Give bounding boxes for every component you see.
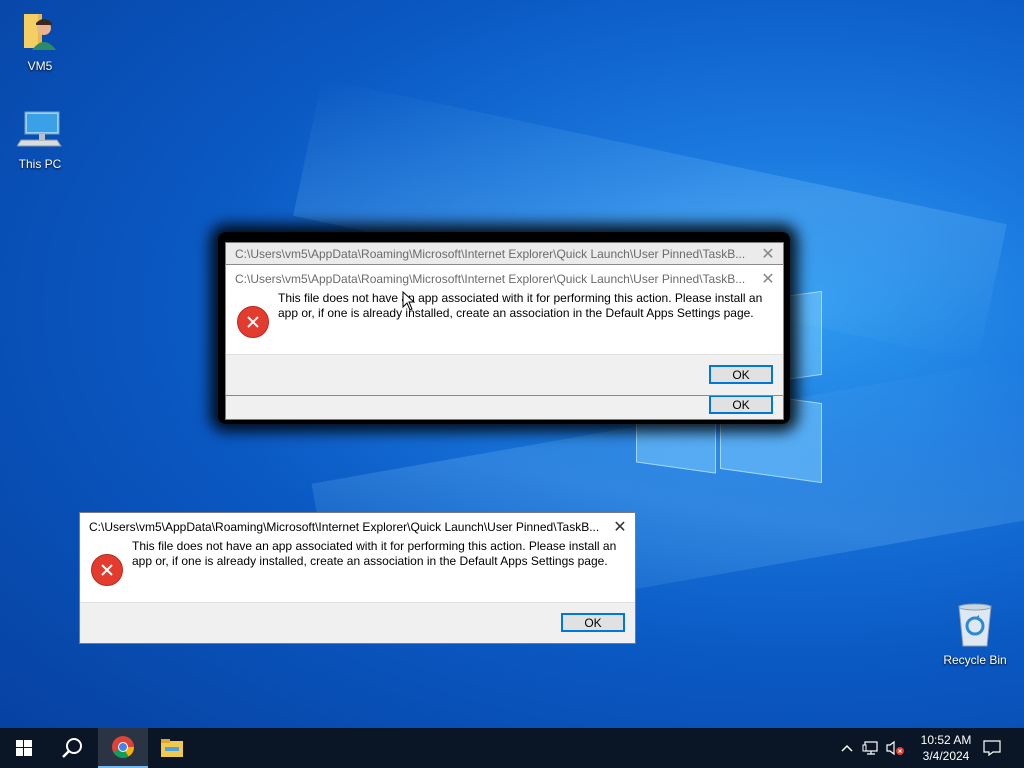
recycle-bin-icon xyxy=(958,603,992,647)
action-center-button[interactable] xyxy=(976,728,1008,768)
dialog-title: C:\Users\vm5\AppData\Roaming\Microsoft\I… xyxy=(235,247,746,261)
dialog-titlebar: C:\Users\vm5\AppData\Roaming\Microsoft\I… xyxy=(80,513,635,541)
close-icon[interactable]: ✕ xyxy=(605,513,635,541)
dialog-titlebar: C:\Users\vm5\AppData\Roaming\Microsoft\I… xyxy=(226,265,783,293)
start-button[interactable] xyxy=(0,728,48,768)
taskbar: 10:52 AM 3/4/2024 xyxy=(0,728,1024,768)
taskbar-clock[interactable]: 10:52 AM 3/4/2024 xyxy=(908,732,984,764)
dialog-title: C:\Users\vm5\AppData\Roaming\Microsoft\I… xyxy=(235,272,746,286)
chrome-icon xyxy=(112,736,134,758)
user-folder-icon xyxy=(24,14,56,50)
clock-time: 10:52 AM xyxy=(920,733,972,747)
clock-date: 3/4/2024 xyxy=(922,749,970,763)
search-button[interactable] xyxy=(48,728,96,768)
close-icon[interactable]: ✕ xyxy=(753,265,783,293)
chevron-up-icon xyxy=(841,744,853,752)
dialog-footer: OK xyxy=(226,393,783,419)
desktop-icon-vm5[interactable]: VM5 xyxy=(3,10,77,73)
error-dialog-front: C:\Users\vm5\AppData\Roaming\Microsoft\I… xyxy=(225,264,784,396)
dialog-message: This file does not have an app associate… xyxy=(132,539,617,568)
desktop-icon-label: Recycle Bin xyxy=(943,653,1007,667)
network-icon xyxy=(862,741,878,755)
computer-icon xyxy=(16,111,62,147)
show-hidden-icons-button[interactable] xyxy=(836,728,858,768)
error-dialog-lower: C:\Users\vm5\AppData\Roaming\Microsoft\I… xyxy=(79,512,636,644)
dialog-footer: OK xyxy=(80,602,635,643)
error-icon xyxy=(237,306,269,338)
file-explorer-icon xyxy=(161,739,183,757)
ok-button[interactable]: OK xyxy=(561,613,625,632)
mouse-cursor-icon xyxy=(402,291,416,311)
volume-control[interactable] xyxy=(884,728,906,768)
search-icon xyxy=(62,738,82,758)
desktop-icon-label: VM5 xyxy=(27,59,53,73)
volume-muted-icon xyxy=(886,740,904,756)
network-status[interactable] xyxy=(860,728,882,768)
dialog-footer: OK xyxy=(226,354,783,395)
dialog-titlebar: C:\Users\vm5\AppData\Roaming\Microsoft\I… xyxy=(226,243,783,265)
dialog-title: C:\Users\vm5\AppData\Roaming\Microsoft\I… xyxy=(89,520,600,534)
dialog-content: This file does not have an app associate… xyxy=(226,291,783,354)
taskbar-chrome[interactable] xyxy=(98,728,148,768)
dialog-message: This file does not have an app associate… xyxy=(278,291,763,320)
dialog-content: This file does not have an app associate… xyxy=(80,539,635,602)
close-icon[interactable]: ✕ xyxy=(753,243,783,265)
start-icon xyxy=(16,740,32,756)
desktop-icon-this-pc[interactable]: This PC xyxy=(3,110,77,171)
error-icon xyxy=(91,554,123,586)
ok-button[interactable]: OK xyxy=(709,365,773,384)
desktop-icon-label: This PC xyxy=(18,157,62,171)
notification-icon xyxy=(983,740,1001,756)
taskbar-file-explorer[interactable] xyxy=(148,728,196,768)
ok-button[interactable]: OK xyxy=(709,395,773,414)
desktop-icon-recycle-bin[interactable]: Recycle Bin xyxy=(938,602,1012,667)
